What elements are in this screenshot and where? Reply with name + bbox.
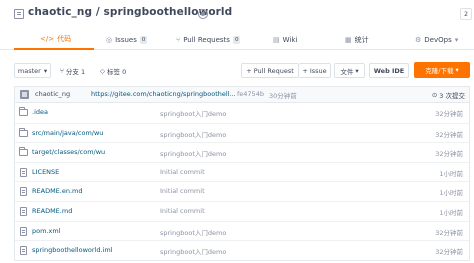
chevron-down-icon: ▾ <box>454 36 459 44</box>
file-commit-time: 32分钟前 <box>435 150 463 159</box>
file-name-link[interactable]: README.md <box>32 207 72 215</box>
folder-icon <box>19 107 28 116</box>
branch-select[interactable]: master ▾ <box>14 63 51 78</box>
pull-request-icon: ⑂ <box>176 36 181 44</box>
file-icon <box>20 226 27 236</box>
file-name-link[interactable]: README.en.md <box>32 187 83 195</box>
folder-icon <box>19 147 28 157</box>
file-row: target/classes/com/wu springboot入门demo 3… <box>15 142 469 162</box>
chevron-down-icon: ▾ <box>43 66 48 75</box>
chart-icon: ▦ <box>345 36 352 44</box>
verified-badge-icon <box>198 9 208 19</box>
commit-time: 30分钟前 <box>269 92 297 100</box>
branch-count-label: 分支 1 <box>65 68 86 76</box>
branch-select-label: master <box>17 66 41 75</box>
web-ide-button[interactable]: Web IDE <box>369 63 409 78</box>
commit-count-link[interactable]: ⊙ 3 次提交 <box>432 90 465 100</box>
clock-icon: ⊙ <box>431 91 438 99</box>
commit-count-label: 3 次提交 <box>439 92 465 100</box>
file-name-link[interactable]: .idea <box>32 108 48 116</box>
latest-commit-bar: chaotic_ng https://gitee.com/chaoticng/s… <box>14 86 470 102</box>
file-row: LICENSE Initial commit 1小时前 <box>15 161 469 182</box>
file-menu-label: 文件 <box>340 67 354 76</box>
tab-count: 0 <box>139 36 148 44</box>
tab-label: Wiki <box>282 36 298 44</box>
file-name-link[interactable]: springboothelloworld.iml <box>32 246 112 254</box>
file-commit-time: 32分钟前 <box>435 248 463 257</box>
file-commit-time: 32分钟前 <box>435 130 463 139</box>
branch-icon: ⑂ <box>60 67 64 75</box>
file-commit-message[interactable]: springboot入门demo <box>160 227 226 237</box>
file-commit-time: 1小时前 <box>439 169 463 178</box>
file-commit-message[interactable]: springboot入门demo <box>160 246 226 256</box>
watch-count[interactable]: 2 <box>460 8 472 20</box>
repository-icon <box>14 9 24 19</box>
clone-download-button[interactable]: 克隆/下载 ▾ <box>414 62 470 78</box>
tag-icon: ◇ <box>100 67 105 75</box>
tab-count: 0 <box>232 36 241 44</box>
tab-stats[interactable]: ▦ 统计 <box>345 30 369 50</box>
tab-pull-requests[interactable]: ⑂ Pull Requests 0 <box>176 30 241 50</box>
file-row: README.en.md Initial commit 1小时前 <box>15 181 469 201</box>
file-icon <box>20 206 27 216</box>
file-commit-message[interactable]: springboot入门demo <box>160 129 226 139</box>
tag-count-link[interactable]: ◇ 标签 0 <box>100 66 126 76</box>
file-commit-message[interactable]: springboot入门demo <box>160 108 226 118</box>
file-row: pom.xml springboot入门demo 32分钟前 <box>15 220 469 241</box>
repo-header: chaotic_ng / springboothelloworld 2 <box>0 0 474 30</box>
tab-label: Pull Requests <box>183 36 230 44</box>
clone-download-label: 克隆/下载 <box>425 67 454 75</box>
tab-code[interactable]: </> 代码 <box>14 30 94 50</box>
file-icon <box>20 246 27 256</box>
tab-devops[interactable]: ⚙ DevOps ▾ <box>415 30 458 50</box>
file-row: src/main/java/com/wu springboot入门demo 32… <box>15 122 469 143</box>
file-row: README.md Initial commit 1小时前 <box>15 200 469 221</box>
avatar[interactable] <box>20 90 29 99</box>
repo-tabs: </> 代码 ◎ Issues 0 ⑂ Pull Requests 0 ▤ Wi… <box>0 30 474 50</box>
new-pull-request-button[interactable]: + Pull Request <box>241 63 299 78</box>
file-icon <box>20 187 27 197</box>
tab-issues[interactable]: ◎ Issues 0 <box>106 30 148 50</box>
file-name-link[interactable]: target/classes/com/wu <box>32 148 105 156</box>
book-icon: ▤ <box>273 36 280 44</box>
commit-hash[interactable]: fe4754b <box>237 90 264 98</box>
chevron-down-icon: ▾ <box>455 66 459 74</box>
commit-author[interactable]: chaotic_ng <box>35 90 70 98</box>
commit-message[interactable]: https://gitee.com/chaoticng/springboothe… <box>91 90 236 98</box>
file-name-link[interactable]: src/main/java/com/wu <box>32 129 103 137</box>
file-list: .idea springboot入门demo 32分钟前 src/main/ja… <box>14 102 470 261</box>
file-commit-time: 32分钟前 <box>435 228 463 237</box>
file-commit-message[interactable]: Initial commit <box>160 207 205 215</box>
tab-label: Issues <box>115 36 137 44</box>
tab-label: 统计 <box>354 36 369 44</box>
chevron-down-icon: ▾ <box>355 66 359 75</box>
branch-count-link[interactable]: ⑂ 分支 1 <box>60 66 85 76</box>
file-row: springboothelloworld.iml springboot入门dem… <box>15 240 469 260</box>
tag-count-label: 标签 0 <box>107 68 127 76</box>
file-commit-message[interactable]: springboot入门demo <box>160 148 226 158</box>
tab-label: 代码 <box>57 35 72 43</box>
file-commit-time: 1小时前 <box>439 208 463 217</box>
devops-icon: ⚙ <box>415 36 422 44</box>
file-name-link[interactable]: LICENSE <box>32 168 59 176</box>
tab-wiki[interactable]: ▤ Wiki <box>273 30 297 50</box>
file-commit-message[interactable]: Initial commit <box>160 168 205 176</box>
code-icon: </> <box>40 35 55 43</box>
issue-icon: ◎ <box>106 36 113 44</box>
file-row: .idea springboot入门demo 32分钟前 <box>15 103 469 123</box>
folder-icon <box>19 127 28 137</box>
new-issue-button[interactable]: + Issue <box>299 63 331 78</box>
file-commit-time: 1小时前 <box>439 189 463 198</box>
file-commit-time: 32分钟前 <box>435 110 463 118</box>
file-name-link[interactable]: pom.xml <box>32 227 61 235</box>
tab-label: DevOps <box>424 36 452 44</box>
file-icon <box>20 167 27 177</box>
file-commit-message[interactable]: Initial commit <box>160 187 205 195</box>
file-menu-button[interactable]: 文件 ▾ <box>334 63 365 78</box>
